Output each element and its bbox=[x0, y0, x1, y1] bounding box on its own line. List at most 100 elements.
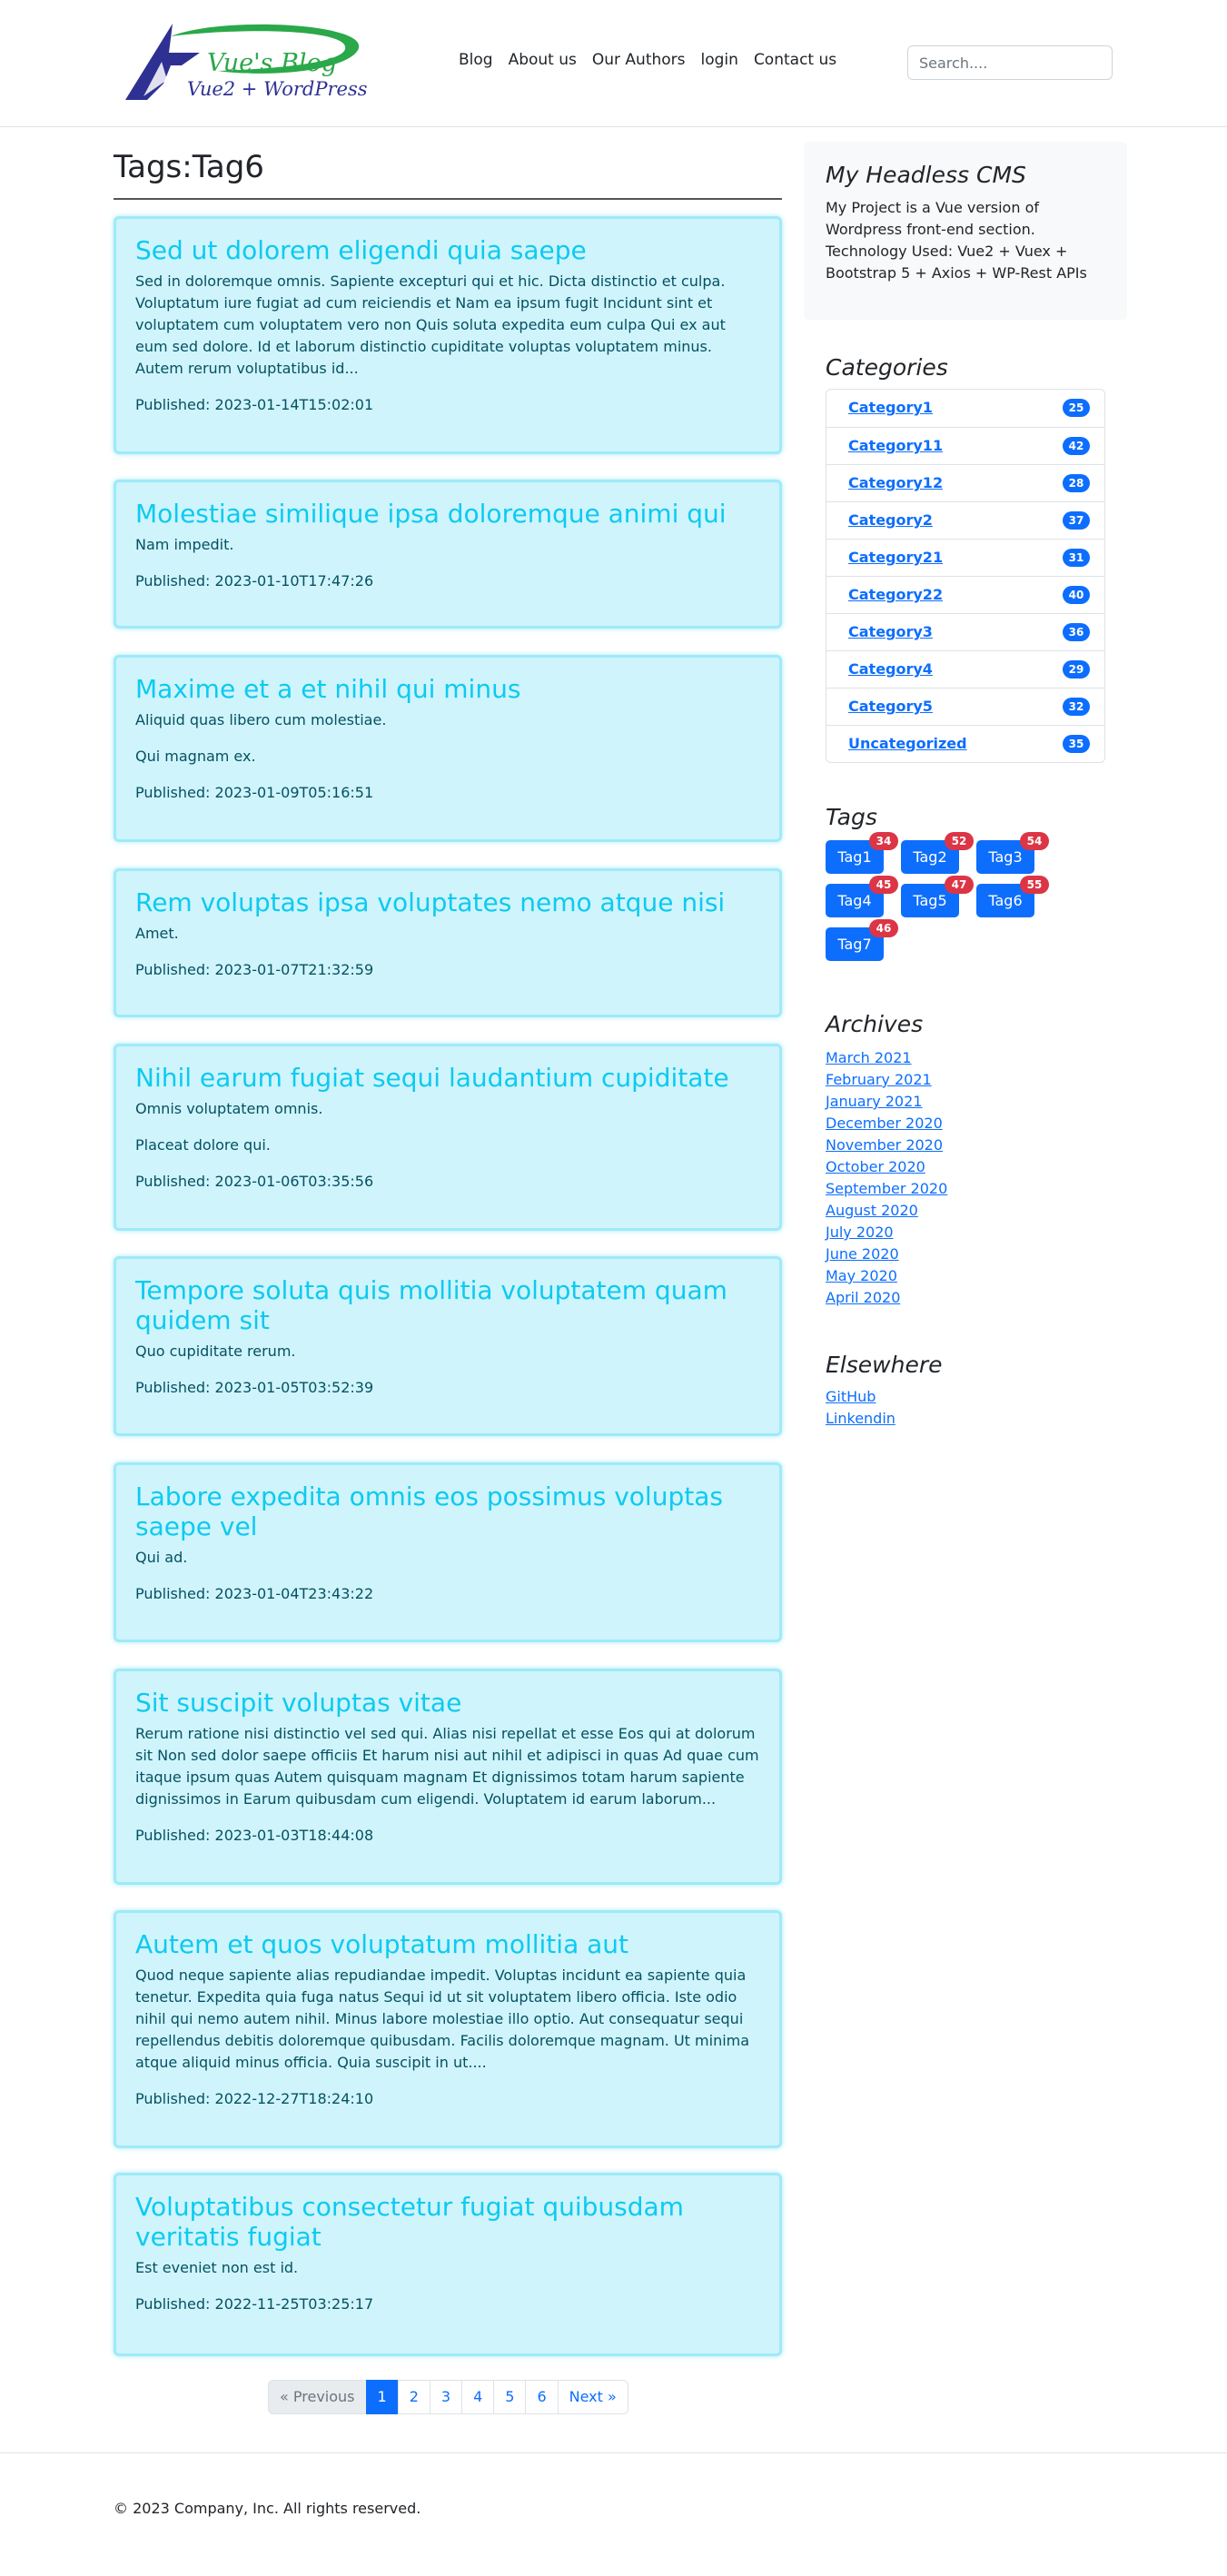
tag-label: Tag2 bbox=[913, 848, 947, 866]
pagination-page[interactable]: 4 bbox=[461, 2380, 495, 2414]
elsewhere-list: GitHub Linkendin bbox=[826, 1386, 896, 1430]
pagination-page[interactable]: 5 bbox=[493, 2380, 527, 2414]
post-card: Sed ut dolorem eligendi quia saepe Sed i… bbox=[114, 216, 782, 454]
post-date: Published: 2023-01-06T03:35:56 bbox=[135, 1173, 374, 1190]
post-card: Maxime et a et nihil qui minus Aliquid q… bbox=[114, 655, 782, 842]
category-link[interactable]: Category2 bbox=[848, 511, 933, 529]
category-link[interactable]: Category5 bbox=[848, 698, 933, 715]
tag-count-badge: 47 bbox=[945, 876, 974, 894]
archive-link[interactable]: June 2020 bbox=[826, 1243, 947, 1265]
archive-link[interactable]: December 2020 bbox=[826, 1113, 947, 1134]
nav-about-us[interactable]: About us bbox=[509, 51, 577, 69]
nav-contact-us[interactable]: Contact us bbox=[754, 51, 836, 69]
pagination-page[interactable]: 3 bbox=[429, 2380, 463, 2414]
post-excerpt: Nam impedit. bbox=[135, 536, 234, 553]
category-link[interactable]: Category12 bbox=[848, 474, 943, 491]
tag-button[interactable]: Tag4 45 bbox=[826, 876, 898, 917]
tag-label: Tag7 bbox=[837, 936, 872, 953]
tag-label: Tag4 bbox=[837, 892, 872, 909]
post-title[interactable]: Labore expedita omnis eos possimus volup… bbox=[135, 1481, 760, 1541]
post-title[interactable]: Molestiae similique ipsa doloremque anim… bbox=[135, 499, 760, 529]
archive-link[interactable]: July 2020 bbox=[826, 1222, 947, 1243]
post-title[interactable]: Tempore soluta quis mollitia voluptatem … bbox=[135, 1275, 760, 1335]
category-item: Category11 42 bbox=[826, 427, 1104, 464]
site-logo[interactable]: Vue's Blog Vue2 + WordPress bbox=[116, 16, 368, 107]
post-date: Published: 2023-01-10T17:47:26 bbox=[135, 572, 374, 590]
pagination-next[interactable]: Next » bbox=[557, 2380, 628, 2414]
archive-link[interactable]: August 2020 bbox=[826, 1200, 947, 1222]
pagination-page[interactable]: 2 bbox=[397, 2380, 430, 2414]
post-title[interactable]: Voluptatibus consectetur fugiat quibusda… bbox=[135, 2192, 760, 2252]
category-link[interactable]: Category22 bbox=[848, 586, 943, 603]
tag-button[interactable]: Tag7 46 bbox=[826, 919, 898, 961]
footer-divider bbox=[0, 2452, 1227, 2453]
main-nav: Blog About us Our Authors login Contact … bbox=[459, 51, 852, 69]
post-title[interactable]: Sit suscipit voluptas vitae bbox=[135, 1688, 760, 1718]
category-count-badge: 35 bbox=[1063, 735, 1090, 753]
archive-link[interactable]: April 2020 bbox=[826, 1287, 947, 1309]
pagination-previous[interactable]: « Previous bbox=[268, 2380, 367, 2414]
category-link[interactable]: Category21 bbox=[848, 549, 943, 566]
nav-our-authors[interactable]: Our Authors bbox=[592, 51, 686, 69]
category-item: Category5 32 bbox=[826, 688, 1104, 725]
post-card: Rem voluptas ipsa voluptates nemo atque … bbox=[114, 868, 782, 1017]
category-link[interactable]: Category11 bbox=[848, 437, 943, 454]
category-link[interactable]: Category1 bbox=[848, 399, 933, 416]
category-count-badge: 25 bbox=[1063, 399, 1090, 417]
category-count-badge: 37 bbox=[1063, 511, 1090, 530]
archive-link[interactable]: November 2020 bbox=[826, 1134, 947, 1156]
categories-title: Categories bbox=[826, 354, 948, 381]
github-link[interactable]: GitHub bbox=[826, 1386, 896, 1408]
archive-link[interactable]: January 2021 bbox=[826, 1091, 947, 1113]
category-link[interactable]: Category3 bbox=[848, 623, 933, 640]
nav-login[interactable]: login bbox=[701, 51, 738, 69]
post-date: Published: 2023-01-05T03:52:39 bbox=[135, 1379, 374, 1396]
post-date: Published: 2023-01-04T23:43:22 bbox=[135, 1585, 374, 1602]
logo-subtitle: Vue2 + WordPress bbox=[187, 78, 368, 100]
tag-button[interactable]: Tag1 34 bbox=[826, 832, 898, 874]
tag-button[interactable]: Tag3 54 bbox=[976, 832, 1049, 874]
tag-count-badge: 54 bbox=[1020, 832, 1049, 850]
elsewhere-title: Elsewhere bbox=[826, 1352, 943, 1378]
post-excerpt: Qui ad. bbox=[135, 1549, 188, 1566]
about-text: My Project is a Vue version of Wordpress… bbox=[826, 199, 1087, 282]
page-title: Tags:Tag6 bbox=[114, 149, 264, 185]
about-box: My Headless CMS My Project is a Vue vers… bbox=[804, 142, 1127, 320]
tag-button[interactable]: Tag2 52 bbox=[901, 832, 974, 874]
tag-button[interactable]: Tag6 55 bbox=[976, 876, 1049, 917]
archive-link[interactable]: March 2021 bbox=[826, 1047, 947, 1069]
category-count-badge: 28 bbox=[1063, 474, 1090, 492]
search-input[interactable] bbox=[907, 45, 1113, 80]
post-title[interactable]: Nihil earum fugiat sequi laudantium cupi… bbox=[135, 1063, 760, 1093]
tag-count-badge: 55 bbox=[1020, 876, 1049, 894]
tag-label: Tag3 bbox=[988, 848, 1023, 866]
post-title[interactable]: Rem voluptas ipsa voluptates nemo atque … bbox=[135, 887, 760, 917]
pagination-page[interactable]: 1 bbox=[365, 2380, 399, 2414]
category-item: Category12 28 bbox=[826, 464, 1104, 501]
archives-title: Archives bbox=[826, 1011, 924, 1037]
category-link[interactable]: Uncategorized bbox=[848, 735, 967, 752]
footer-copyright: © 2023 Company, Inc. All rights reserved… bbox=[114, 2500, 421, 2517]
linkedin-link[interactable]: Linkendin bbox=[826, 1408, 896, 1430]
archive-link[interactable]: May 2020 bbox=[826, 1265, 947, 1287]
post-date: Published: 2022-11-25T03:25:17 bbox=[135, 2295, 374, 2313]
post-title[interactable]: Maxime et a et nihil qui minus bbox=[135, 674, 760, 704]
category-item: Category2 37 bbox=[826, 501, 1104, 539]
post-date: Published: 2023-01-14T15:02:01 bbox=[135, 396, 374, 413]
post-card: Molestiae similique ipsa doloremque anim… bbox=[114, 480, 782, 629]
category-item: Category22 40 bbox=[826, 576, 1104, 613]
archive-link[interactable]: September 2020 bbox=[826, 1178, 947, 1200]
category-link[interactable]: Category4 bbox=[848, 660, 933, 678]
tags-title: Tags bbox=[826, 804, 877, 830]
archive-link[interactable]: October 2020 bbox=[826, 1156, 947, 1178]
tag-button[interactable]: Tag5 47 bbox=[901, 876, 974, 917]
category-item: Category4 29 bbox=[826, 650, 1104, 688]
post-excerpt: Omnis voluptatem omnis. bbox=[135, 1100, 323, 1117]
category-count-badge: 31 bbox=[1063, 549, 1090, 567]
post-title[interactable]: Sed ut dolorem eligendi quia saepe bbox=[135, 235, 760, 265]
post-title[interactable]: Autem et quos voluptatum mollitia aut bbox=[135, 1929, 760, 1959]
archive-link[interactable]: February 2021 bbox=[826, 1069, 947, 1091]
post-excerpt: Placeat dolore qui. bbox=[135, 1136, 271, 1154]
pagination-page[interactable]: 6 bbox=[525, 2380, 559, 2414]
nav-blog[interactable]: Blog bbox=[459, 51, 493, 69]
